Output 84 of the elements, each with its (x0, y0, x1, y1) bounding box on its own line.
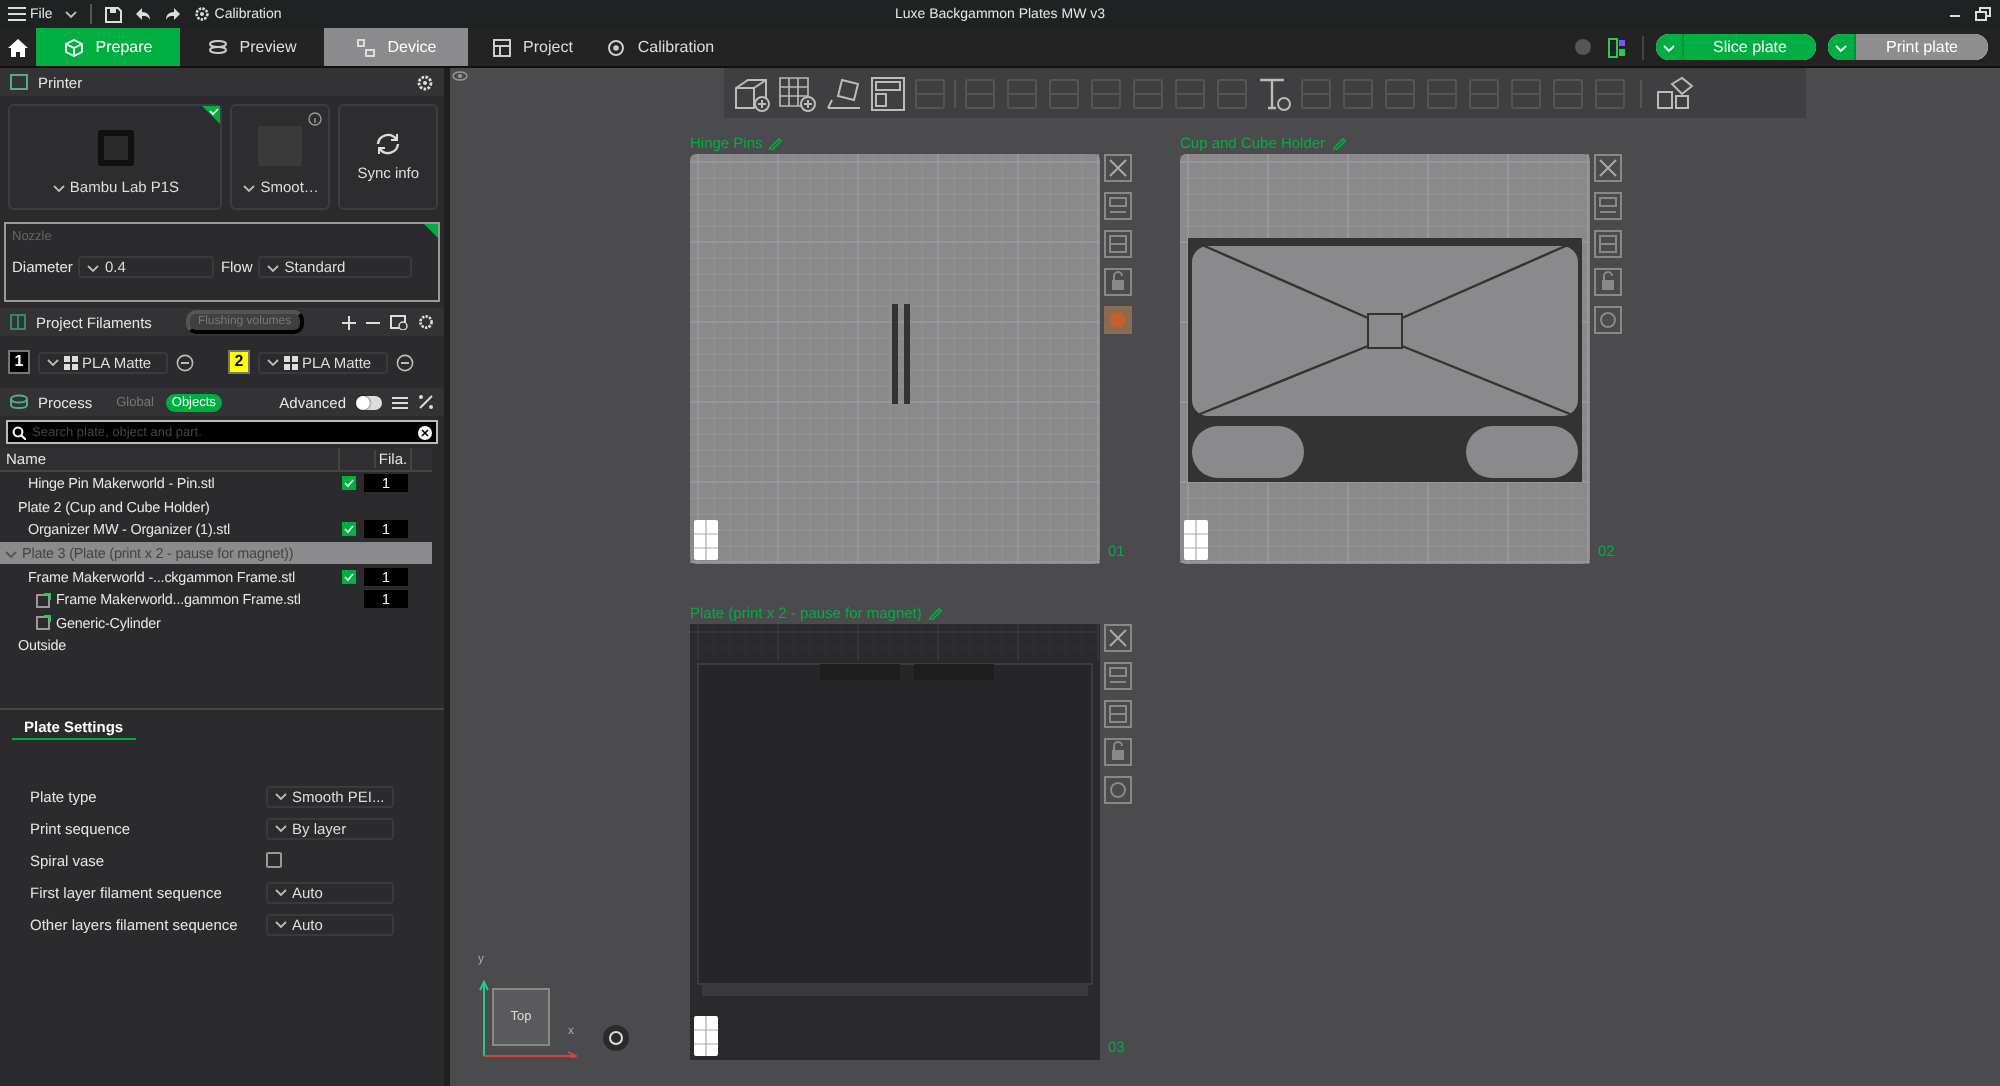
caret-icon (242, 181, 257, 193)
edit-icon[interactable] (768, 135, 783, 149)
build-plate-drawing[interactable] (1180, 154, 1590, 564)
assembly-icon[interactable] (1654, 75, 1694, 111)
caret-icon[interactable] (64, 8, 79, 20)
caret-icon (274, 822, 288, 834)
clear-icon[interactable] (418, 425, 432, 439)
expand-caret-icon[interactable] (4, 547, 18, 560)
printer-icon (10, 74, 28, 90)
caret-icon (266, 356, 280, 368)
close-icon[interactable] (1594, 154, 1622, 182)
undo-icon[interactable] (134, 6, 153, 22)
plate-settings-icon[interactable] (1594, 306, 1622, 334)
tab[interactable]: Preview (180, 28, 324, 66)
tab[interactable]: Project (468, 28, 596, 66)
caret-icon (266, 261, 281, 273)
caret-icon (1834, 41, 1848, 53)
tab-icon (491, 37, 512, 57)
plate-settings-icon[interactable] (1104, 776, 1132, 804)
edit-icon[interactable] (927, 605, 942, 619)
redo-icon[interactable] (164, 6, 183, 22)
text-tool-icon[interactable] (1256, 75, 1292, 111)
menu-icon (8, 6, 26, 22)
camera-view-icon[interactable] (602, 1024, 630, 1052)
part-icon (36, 591, 52, 608)
search-icon (12, 425, 26, 439)
add-icon[interactable] (342, 315, 356, 329)
caret-icon (46, 356, 60, 368)
tab-icon (63, 37, 84, 57)
lock-icon[interactable] (1104, 738, 1132, 766)
list-icon[interactable] (392, 395, 408, 409)
tab-icon (355, 37, 376, 57)
axes-drawing (478, 978, 578, 1058)
filament-number: 1 (8, 350, 30, 374)
process-icon (10, 394, 28, 410)
settings-icon[interactable] (418, 314, 434, 330)
remove-filament-icon[interactable] (396, 353, 414, 371)
caret-icon (1662, 41, 1676, 53)
caret-icon (274, 790, 288, 802)
status-icon[interactable] (1574, 38, 1592, 56)
caret-icon (51, 181, 66, 193)
visibility-checkbox[interactable] (342, 476, 356, 491)
arrange-icon[interactable] (1104, 192, 1132, 220)
visibility-checkbox[interactable] (342, 569, 356, 584)
gear-icon (194, 6, 211, 22)
visibility-checkbox[interactable] (342, 522, 356, 537)
orient-icon[interactable] (1104, 700, 1132, 728)
orient-icon[interactable] (824, 75, 864, 111)
tab-icon (605, 37, 626, 57)
printer-icon (97, 130, 134, 166)
lock-icon[interactable] (1594, 268, 1622, 296)
lock-icon[interactable] (1104, 268, 1132, 296)
filament-swatch-icon (64, 355, 78, 369)
close-icon[interactable] (1104, 154, 1132, 182)
save-icon[interactable] (104, 5, 123, 23)
tab[interactable]: Calibration (596, 28, 724, 66)
arrange-icon[interactable] (1104, 662, 1132, 690)
caret-icon (86, 261, 101, 273)
info-icon (308, 112, 323, 126)
caret-icon (274, 918, 288, 930)
filament-icon (10, 314, 26, 330)
filament-swatch-icon (284, 355, 298, 369)
edit-icon[interactable] (1331, 135, 1346, 149)
filament-number: 2 (228, 350, 250, 374)
orient-icon[interactable] (1104, 230, 1132, 258)
layout-icon[interactable] (1608, 37, 1626, 57)
add-plate-icon[interactable] (778, 75, 818, 111)
arrange-icon[interactable] (870, 75, 906, 111)
part-icon (36, 614, 52, 631)
arrange-icon[interactable] (1594, 192, 1622, 220)
close-icon[interactable] (1104, 624, 1132, 652)
advanced-toggle[interactable] (356, 395, 382, 409)
settings-icon[interactable] (416, 73, 434, 91)
tab-icon (207, 37, 228, 57)
restore-icon[interactable] (1974, 6, 1992, 22)
add-cube-icon[interactable] (732, 75, 772, 111)
sync-icon (374, 132, 403, 156)
caret-icon (274, 886, 288, 898)
setting-checkbox[interactable] (266, 852, 282, 868)
percent-icon[interactable] (418, 394, 434, 410)
sync-filament-icon[interactable] (390, 314, 408, 330)
orient-icon[interactable] (1594, 230, 1622, 258)
visibility-icon[interactable] (452, 70, 468, 82)
remove-filament-icon[interactable] (176, 353, 194, 371)
